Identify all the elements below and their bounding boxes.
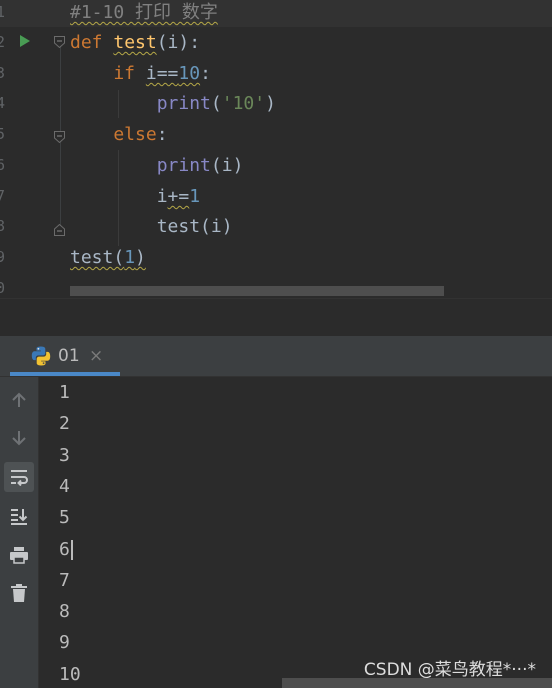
- line-number: 5: [0, 125, 6, 143]
- console-output-line: 1: [59, 381, 70, 405]
- python-icon: [31, 346, 51, 366]
- code-token: 10: [178, 63, 201, 84]
- console-output-text: 7: [59, 569, 70, 591]
- code-token: +=: [167, 186, 190, 207]
- watermark: CSDN @菜鸟教程*···*: [363, 660, 536, 680]
- code-token: (i): [210, 155, 244, 176]
- code-token: else: [70, 124, 157, 145]
- print-icon[interactable]: [4, 540, 34, 570]
- code-line: #1-10 打印 数字: [70, 0, 218, 26]
- code-token: test(: [70, 247, 125, 268]
- code-token: if: [70, 63, 146, 84]
- line-number: 1: [0, 3, 6, 21]
- console-output-line: 6: [59, 538, 73, 562]
- code-token: ): [135, 247, 146, 268]
- console-output[interactable]: 1 2 3 4 5 6 7 8 9 10: [39, 377, 552, 688]
- line-number: 6: [0, 156, 6, 174]
- panel-divider[interactable]: [0, 298, 552, 337]
- console-output-line: 3: [59, 444, 70, 468]
- horizontal-scrollbar[interactable]: [70, 286, 444, 296]
- line-number: 8: [0, 217, 6, 235]
- console-output-line: 7: [59, 569, 70, 593]
- code-token: '10': [221, 93, 266, 114]
- console-output-line: 8: [59, 600, 70, 624]
- line-number: 0: [0, 279, 6, 297]
- console-output-line: 2: [59, 412, 70, 436]
- line-number: 2: [0, 33, 6, 51]
- code-token: ): [265, 93, 276, 114]
- code-token: (i):: [156, 32, 201, 53]
- up-arrow-icon[interactable]: [4, 385, 34, 415]
- run-toolbar: [0, 377, 39, 688]
- line-number: 3: [0, 64, 6, 82]
- code-token: test: [113, 32, 157, 53]
- console-output-line: 5: [59, 506, 70, 530]
- console-output-line: 9: [59, 631, 70, 655]
- console-output-text: 6: [59, 538, 70, 560]
- scroll-to-end-icon[interactable]: [4, 501, 34, 531]
- code-line: i+=1: [70, 184, 200, 210]
- console-output-text: 2: [59, 413, 70, 435]
- line-number: 7: [0, 187, 6, 205]
- tab-run-01[interactable]: 01 ×: [0, 336, 120, 376]
- code-token: 1: [189, 186, 201, 207]
- code-line: print('10'): [70, 91, 276, 117]
- code-token: (: [210, 93, 222, 114]
- code-token: i==: [145, 63, 179, 84]
- code-line: else:: [70, 122, 168, 148]
- code-line: print(i): [70, 153, 244, 179]
- tab-label: 01: [58, 346, 80, 366]
- code-line: if i==10:: [70, 61, 211, 87]
- code-token: def: [70, 32, 114, 53]
- close-icon[interactable]: ×: [89, 345, 103, 367]
- line-number: 4: [0, 94, 6, 112]
- trash-icon[interactable]: [4, 578, 34, 608]
- soft-wrap-icon[interactable]: [4, 462, 34, 492]
- code-token: i: [70, 186, 168, 207]
- line-number: 9: [0, 248, 6, 266]
- console-output-text: 5: [59, 507, 70, 529]
- console-output-text: 3: [59, 444, 70, 466]
- code-token: 1: [124, 247, 136, 268]
- run-tool-window-header: 01 ×: [0, 336, 552, 377]
- console-output-text: 1: [59, 382, 70, 403]
- code-token: #1-10 打印 数字: [70, 2, 218, 23]
- console-output-line: 4: [59, 475, 70, 499]
- console-output-line: 10: [59, 663, 81, 687]
- console-output-text: 8: [59, 601, 70, 623]
- text-caret: [70, 539, 73, 560]
- console-output-text: 10: [59, 663, 81, 685]
- code-line: test(1): [70, 245, 146, 271]
- code-token: test(i): [70, 216, 233, 237]
- code-token: print: [70, 155, 211, 176]
- fold-open-icon[interactable]: [54, 36, 65, 48]
- code-editor[interactable]: 1234567890 #1-10 打印 数字 def test(i): if i=…: [0, 0, 552, 298]
- console-output-text: 9: [59, 632, 70, 654]
- fold-close-icon[interactable]: [54, 224, 65, 236]
- code-token: :: [156, 124, 168, 145]
- fold-open-icon[interactable]: [54, 131, 65, 143]
- console-output-text: 4: [59, 475, 70, 497]
- run-gutter-icon[interactable]: [20, 35, 30, 47]
- code-token: :: [200, 63, 211, 84]
- active-tab-indicator: [10, 372, 120, 376]
- code-line: test(i): [70, 214, 233, 240]
- code-line: def test(i):: [70, 30, 200, 56]
- down-arrow-icon[interactable]: [4, 423, 34, 453]
- code-token: print: [70, 93, 211, 114]
